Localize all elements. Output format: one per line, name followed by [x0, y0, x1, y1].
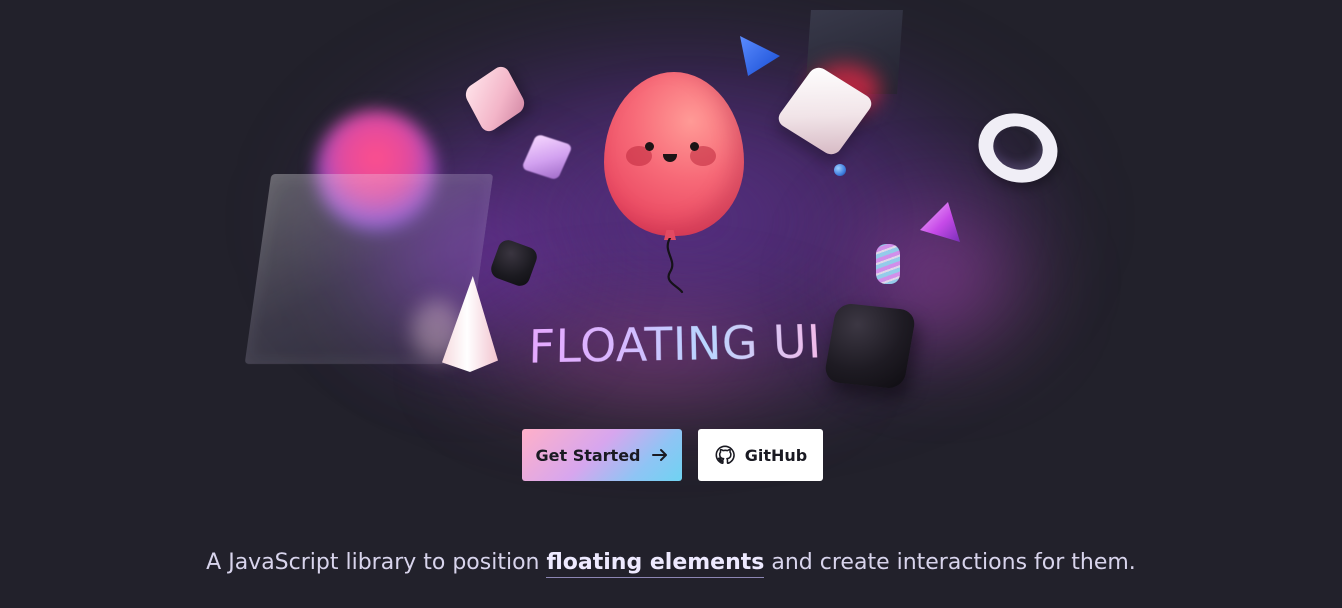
smile — [663, 154, 677, 162]
tagline: A JavaScript library to position floatin… — [0, 546, 1342, 580]
tagline-text-after: and create interactions for them. — [764, 550, 1136, 575]
hero-section: FLOATING UI Get Started GitHub A JavaScr… — [0, 0, 1342, 608]
get-started-label: Get Started — [535, 445, 641, 465]
arrow-right-icon — [651, 449, 667, 461]
balloon-face — [604, 72, 744, 236]
blue-sphere-icon — [834, 164, 846, 176]
github-icon — [715, 445, 735, 465]
get-started-button[interactable]: Get Started — [522, 429, 682, 481]
balloon-string — [666, 238, 684, 294]
github-button[interactable]: GitHub — [698, 429, 823, 481]
tagline-text-before: A JavaScript library to position — [206, 550, 547, 575]
floating-elements-link[interactable]: floating elements — [546, 550, 765, 578]
right-eye — [690, 142, 699, 151]
github-label: GitHub — [744, 445, 808, 465]
logo-title: FLOATING UI — [519, 310, 832, 379]
left-eye — [645, 142, 654, 151]
spring-icon — [876, 244, 900, 284]
dark-cube-large-icon — [823, 302, 917, 390]
